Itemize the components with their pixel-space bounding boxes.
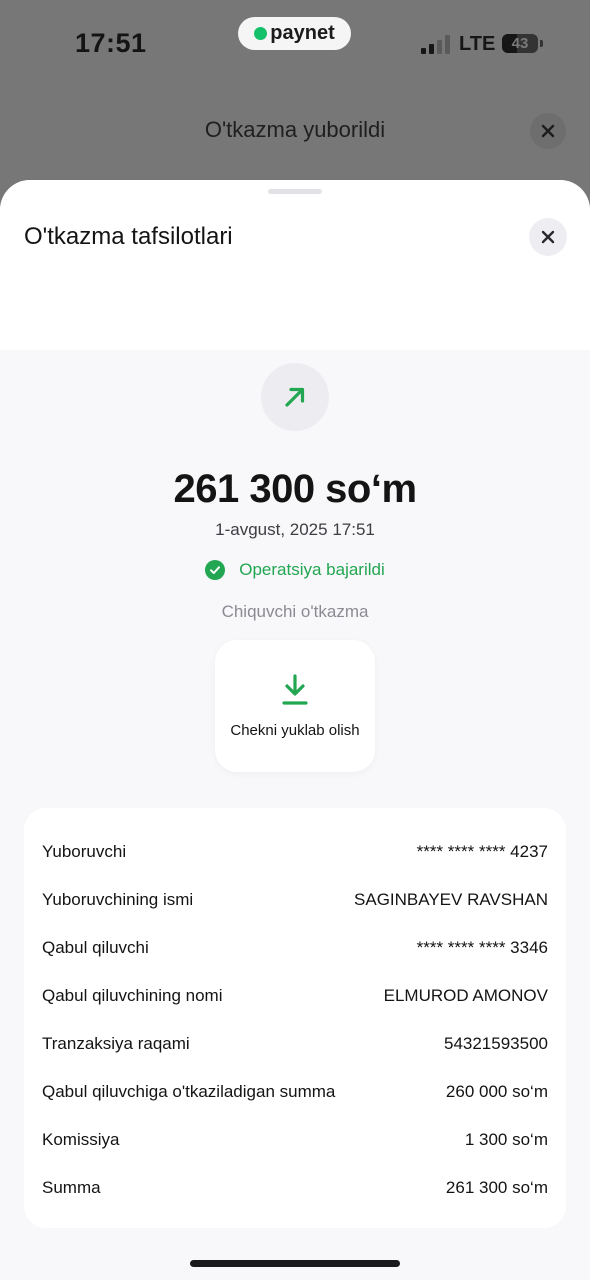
background-close-button[interactable] <box>530 113 566 149</box>
status-time: 17:51 <box>75 28 147 58</box>
carrier-name: paynet <box>270 22 335 44</box>
detail-value: 260 000 so‘m <box>445 1082 548 1101</box>
signal-strength-icon <box>421 34 451 54</box>
detail-label: Qabul qiluvchining nomi <box>42 986 223 1005</box>
outgoing-transfer-badge <box>261 363 329 431</box>
detail-row-transaction-id: Tranzaksiya raqami 54321593500 <box>42 1032 548 1056</box>
carrier-badge: paynet <box>238 17 351 50</box>
detail-row-recipient-name: Qabul qiluvchining nomi ELMUROD AMONOV <box>42 984 548 1008</box>
status-row: Operatsiya bajarildi <box>0 560 590 580</box>
arrow-up-right-icon <box>285 387 305 407</box>
battery-icon: 43 <box>502 34 538 53</box>
sheet-header-area <box>0 180 590 350</box>
detail-label: Qabul qiluvchiga o'tkaziladigan summa <box>42 1082 336 1101</box>
detail-row-total: Summa 261 300 so‘m <box>42 1176 548 1200</box>
home-indicator[interactable] <box>190 1260 400 1267</box>
status-bar: 17:51 paynet LTE 43 <box>0 0 590 90</box>
transfer-amount: 261 300 so‘m <box>173 467 417 511</box>
detail-row-sender-card: Yuboruvchi **** **** **** 4237 <box>42 840 548 864</box>
detail-row-recipient-amount: Qabul qiluvchiga o'tkaziladigan summa 26… <box>42 1080 548 1104</box>
detail-value: 261 300 so‘m <box>445 1178 548 1197</box>
detail-label: Qabul qiluvchi <box>42 938 149 957</box>
detail-value: **** **** **** 3346 <box>416 938 548 957</box>
background-screen-title: O'tkazma yuborildi <box>204 117 386 142</box>
detail-row-recipient-card: Qabul qiluvchi **** **** **** 3346 <box>42 936 548 960</box>
detail-row-commission: Komissiya 1 300 so‘m <box>42 1128 548 1152</box>
detail-value: SAGINBAYEV RAVSHAN <box>354 890 548 909</box>
sheet-title: O'tkazma tafsilotlari <box>24 223 233 250</box>
network-type: LTE <box>459 33 496 55</box>
transfer-direction: Chiquvchi o'tkazma <box>221 602 369 621</box>
details-card: Yuboruvchi **** **** **** 4237 Yuboruvch… <box>24 808 566 1228</box>
detail-row-sender-name: Yuboruvchining ismi SAGINBAYEV RAVSHAN <box>42 888 548 912</box>
close-button[interactable] <box>529 218 567 256</box>
download-receipt-label: Chekni yuklab olish <box>230 722 360 739</box>
detail-label: Komissiya <box>42 1130 120 1149</box>
check-circle-icon <box>205 560 226 580</box>
download-icon <box>282 674 308 705</box>
close-icon <box>541 124 555 138</box>
detail-label: Summa <box>42 1178 101 1197</box>
detail-label: Yuboruvchining ismi <box>42 890 194 909</box>
carrier-dot-icon <box>254 27 268 40</box>
transfer-details-sheet: O'tkazma tafsilotlari 261 300 so‘m 1-avg… <box>0 180 590 1280</box>
detail-value: **** **** **** 4237 <box>416 842 548 861</box>
detail-label: Tranzaksiya raqami <box>42 1034 190 1053</box>
battery-percent: 43 <box>511 35 529 52</box>
battery-cap <box>540 40 543 47</box>
transfer-date: 1-avgust, 2025 17:51 <box>215 520 375 539</box>
detail-label: Yuboruvchi <box>42 842 127 861</box>
download-receipt-button[interactable]: Chekni yuklab olish <box>215 640 375 772</box>
status-label: Operatsiya bajarildi <box>239 560 385 579</box>
close-icon <box>541 230 555 244</box>
detail-value: 1 300 so‘m <box>464 1130 548 1149</box>
sheet-grabber[interactable] <box>268 189 322 194</box>
detail-value: 54321593500 <box>443 1034 548 1053</box>
detail-value: ELMUROD AMONOV <box>383 986 548 1005</box>
